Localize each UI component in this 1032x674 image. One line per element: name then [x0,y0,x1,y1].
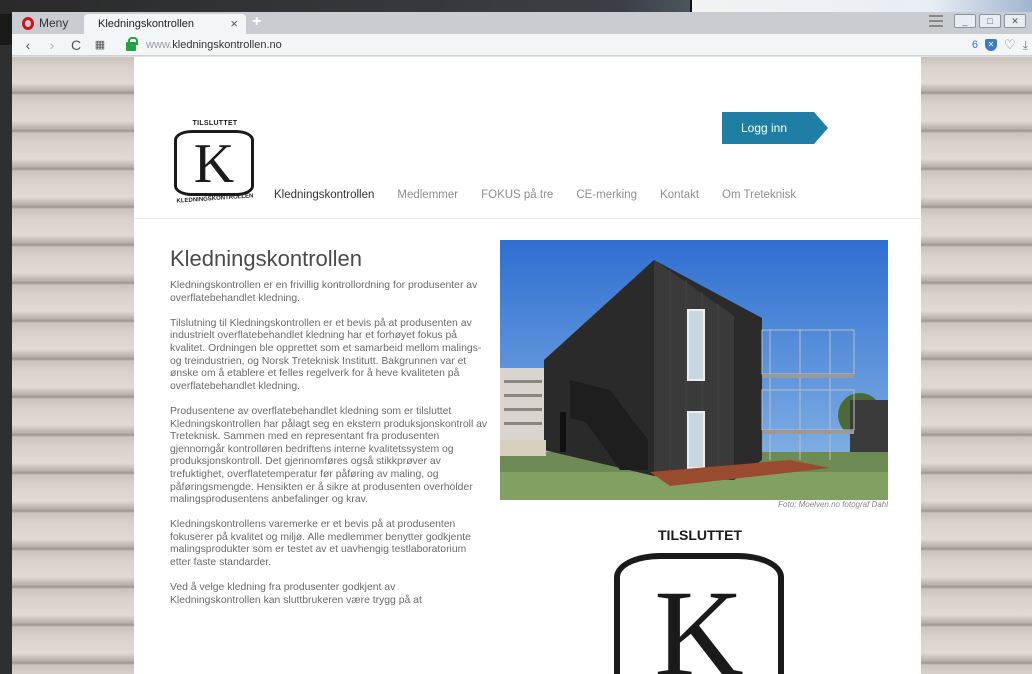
speed-dial-icon[interactable]: ▦ [88,38,112,51]
nav-item-om-treteknisk[interactable]: Om Treteknisk [722,189,796,201]
menu-label: Meny [39,16,69,30]
nav-item-fokus-pa-tre[interactable]: FOKUS på tre [481,189,553,201]
new-tab-button[interactable]: + [252,13,261,31]
paragraph-tilslutning: Tilslutning til Kledningskontrollen er e… [170,317,482,392]
nav-item-ce-merking[interactable]: CE-merking [576,189,637,201]
adblock-shield-icon[interactable]: ✕ [985,39,998,51]
paragraph-intro: Kledningskontrollen er en frivillig kont… [170,280,478,304]
building-photo [500,240,888,500]
bookmark-heart-icon[interactable]: ♡ [1004,37,1016,53]
nav-item-kledningskontrollen[interactable]: Kledningskontrollen [274,189,374,201]
adblock-count: 6 [971,39,979,51]
minimize-button[interactable]: _ [954,14,976,28]
badge-letter: K [614,553,784,674]
site-logo[interactable]: TILSLUTTET K KLEDNINGSKONTROLLEN [168,120,262,210]
url-domain: kledningskontrollen.no [172,38,282,51]
logo-letter: K [174,130,254,196]
url-field[interactable]: www.kledningskontrollen.no [146,39,282,51]
opera-menu-button[interactable]: Meny [12,12,82,34]
photo-caption: Foto: Moelven.no fotograf Dahl [778,500,888,509]
page-sheet: TILSLUTTET K KLEDNINGSKONTROLLEN Logg in… [134,57,921,674]
badge-top-text: TILSLUTTET [658,527,742,543]
close-window-button[interactable]: ✕ [1004,14,1026,28]
page-viewport: TILSLUTTET K KLEDNINGSKONTROLLEN Logg in… [12,57,1032,674]
back-button[interactable]: ‹ [16,37,40,53]
address-bar: ‹ › C ▦ www.kledningskontrollen.no 6 ✕ ♡… [12,34,1032,56]
tilsluttet-badge-logo: TILSLUTTET K [600,527,800,674]
maximize-button[interactable]: □ [979,14,1001,28]
url-prefix: www. [146,38,173,51]
tab-kledningskontrollen[interactable]: Kledningskontrollen × [84,14,246,34]
nav-item-kontakt[interactable]: Kontakt [660,189,699,201]
download-icon[interactable]: ⤓ [1023,38,1028,53]
article-body: Kledningskontrollen er en frivillig kont… [170,280,488,620]
browser-window: Meny Kledningskontrollen × + _ □ ✕ ‹ › C… [12,12,1032,674]
opera-logo-icon [22,16,34,30]
login-button[interactable]: Logg inn [722,112,828,144]
close-tab-icon[interactable]: × [230,16,238,31]
desktop-left-edge [0,45,12,674]
page-title: Kledningskontrollen [170,246,363,271]
paragraph-varemerke: Kledningskontrollens varemerke er et bev… [170,519,471,569]
easy-setup-icon[interactable] [929,15,943,27]
secure-lock-icon[interactable] [126,36,138,51]
paragraph-sluttbruker: Ved å velge kledning fra produsenter god… [170,582,422,606]
address-bar-actions: 6 ✕ ♡ ⤓ [972,37,1028,53]
tab-title: Kledningskontrollen [98,18,195,30]
paragraph-produsentene: Produsentene av overflatebehandlet kledn… [170,405,488,506]
logo-top-text: TILSLUTTET [192,120,238,127]
site-header: TILSLUTTET K KLEDNINGSKONTROLLEN Logg in… [134,57,921,219]
nav-item-medlemmer[interactable]: Medlemmer [397,189,458,201]
forward-button[interactable]: › [40,37,64,53]
reload-button[interactable]: C [64,37,88,53]
tab-bar: Meny Kledningskontrollen × + _ □ ✕ [12,12,1032,34]
main-navigation: Kledningskontrollen Medlemmer FOKUS på t… [274,189,819,201]
window-controls: _ □ ✕ [929,14,1026,28]
